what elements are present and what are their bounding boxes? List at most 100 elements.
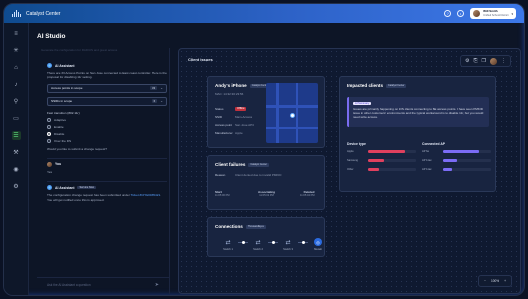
source-tag: Catalyst Center bbox=[248, 162, 269, 167]
avatar bbox=[473, 10, 481, 17]
avatar bbox=[47, 161, 52, 167]
divider bbox=[47, 157, 167, 159]
client-failures-card[interactable]: Client failures Catalyst Center Reason Cli… bbox=[207, 155, 325, 210]
location-pin-icon bbox=[290, 113, 295, 118]
chat-panel: Generate the configuration for RADIUS an… bbox=[37, 48, 170, 294]
source-tag: Catalyst Center bbox=[386, 83, 407, 88]
connected-ap-label: AP 6e bbox=[422, 150, 430, 153]
canvas-toolbar: ⚙ ⎘ ❐ ⋮ bbox=[460, 55, 511, 67]
connected-ap-bar bbox=[443, 150, 479, 153]
device-mac: MAC: 14:32:30:23:56 bbox=[215, 92, 244, 96]
chat-input-placeholder: Ask the AI Assistant a question bbox=[47, 282, 91, 287]
client-issues-canvas: Client issues ⚙ ⎘ ❐ ⋮ Andy's iPhone Catal… bbox=[178, 48, 521, 294]
connected-ap-bar bbox=[443, 159, 458, 162]
switch-icon: ⇄ bbox=[225, 239, 231, 246]
connection-path: ⇄ Switch 1 ⇄ Switch 2 ⇄ Switch 3 ◎ Meraki bbox=[218, 238, 328, 251]
radio-adaptive[interactable]: Adaptive bbox=[47, 117, 167, 122]
radio-icon bbox=[47, 138, 51, 143]
fast-transition-label: Fast transition (802.11r) bbox=[47, 110, 80, 115]
avatar[interactable] bbox=[490, 57, 497, 65]
connected-ap-bar-row: AP 11ax bbox=[422, 159, 491, 162]
device-type-bar-row: Other bbox=[347, 168, 416, 171]
activity-icon[interactable]: ◉ bbox=[12, 165, 21, 174]
switch-node[interactable]: ⇄ Switch 1 bbox=[218, 238, 238, 252]
connected-ap-bar-row: AP 6e bbox=[422, 150, 491, 153]
app-name: Catalyst Center bbox=[26, 10, 61, 17]
bell-icon[interactable]: ♪ bbox=[12, 80, 21, 89]
canvas-title: Client issues bbox=[188, 57, 213, 62]
floor-map[interactable] bbox=[266, 83, 318, 143]
connected-ap-bar-row: AP 11ac bbox=[422, 168, 491, 171]
zoom-in-button[interactable]: + bbox=[504, 279, 506, 283]
share-icon[interactable]: ⎘ bbox=[474, 58, 478, 64]
tools-icon[interactable]: ⚒ bbox=[12, 148, 21, 157]
meraki-icon: ◎ bbox=[314, 238, 322, 246]
failure-reason: Client denied due to invalid PMKID bbox=[235, 173, 282, 177]
switch-node[interactable]: ⇄ Switch 2 bbox=[248, 238, 268, 252]
device-card[interactable]: Andy's iPhone Catalyst Center MAC: 14:32:… bbox=[207, 76, 325, 148]
user-menu[interactable]: Will Smith Unified School District ▾ bbox=[470, 8, 516, 19]
sidebar: ≡ ✳ ⌂ ♪ ⚲ ▭ ☰ ⚒ ◉ ⚙ bbox=[4, 23, 29, 295]
radio-over-the-ds[interactable]: Over the DS bbox=[47, 138, 167, 143]
access-points-dropdown[interactable]: Access points in scope 33 ⌄ bbox=[47, 83, 167, 93]
radio-disable[interactable]: Disable bbox=[47, 131, 167, 136]
connected-ap-label: AP 11ax bbox=[422, 159, 432, 162]
associating-metric: Associating 11:05:02 PM bbox=[258, 190, 276, 197]
link-line bbox=[268, 241, 278, 244]
deleted-metric: Deleted 11:05:04 PM bbox=[300, 190, 315, 197]
device-type-bar bbox=[368, 150, 406, 153]
ticket-link[interactable]: Ticket #CHG0035421 bbox=[131, 193, 161, 197]
switch-icon: ⇄ bbox=[255, 239, 261, 246]
chat-previous-message: Generate the configuration for RADIUS an… bbox=[41, 48, 118, 52]
radio-enable[interactable]: Enable bbox=[47, 124, 167, 129]
zoom-out-button[interactable]: − bbox=[484, 279, 486, 283]
connected-ap-title: Connected AP bbox=[422, 142, 446, 146]
ai-message: AI Assistant Service Now The configurati… bbox=[47, 185, 167, 202]
send-icon[interactable]: ➤ bbox=[155, 282, 159, 288]
settings-icon[interactable]: ⚙ bbox=[12, 182, 21, 191]
status-badge: Offline bbox=[235, 107, 247, 111]
ssids-dropdown[interactable]: SSIDs in scope 6 ⌄ bbox=[47, 96, 167, 106]
radio-icon bbox=[47, 124, 51, 129]
bookmark-icon[interactable]: ❐ bbox=[482, 58, 486, 64]
ai-assistant-icon bbox=[47, 185, 52, 191]
top-bar: Catalyst Center ? • Will Smith Unified S… bbox=[4, 4, 524, 23]
network-icon[interactable]: ⚲ bbox=[12, 97, 21, 106]
device-type-bar-row: Samsung bbox=[347, 159, 416, 162]
service-badge: Service Now bbox=[77, 186, 97, 190]
ai-sparkle-icon[interactable]: ✳ bbox=[12, 46, 21, 55]
count-badge: 6 bbox=[151, 99, 158, 104]
help-icon[interactable]: ? bbox=[444, 10, 452, 17]
ai-summary: AI Summary Issues are primarily happenin… bbox=[347, 97, 489, 127]
chevron-down-icon: ⌄ bbox=[160, 86, 163, 91]
ai-studio-icon[interactable]: ☰ bbox=[11, 131, 21, 140]
more-icon[interactable]: ⋮ bbox=[501, 58, 506, 64]
source-tag: ThousandEyes bbox=[245, 224, 266, 229]
connections-card[interactable]: Connections ThousandEyes ⇄ Switch 1 ⇄ Switc… bbox=[207, 217, 325, 257]
sender-name: AI Assistant bbox=[55, 63, 75, 68]
switch-node[interactable]: ⇄ Switch 3 bbox=[278, 238, 298, 252]
meraki-node[interactable]: ◎ Meraki bbox=[308, 238, 328, 251]
zoom-level: 100% bbox=[490, 279, 500, 283]
chevron-down-icon: ⌄ bbox=[160, 99, 163, 104]
notifications-icon[interactable]: • bbox=[457, 10, 465, 17]
link-line bbox=[238, 241, 248, 244]
count-badge: 33 bbox=[150, 86, 158, 91]
impacted-clients-card[interactable]: Impacted clients Catalyst Center AI Summa… bbox=[339, 76, 496, 192]
zoom-control: − 100% + bbox=[478, 275, 512, 287]
home-icon[interactable]: ⌂ bbox=[12, 63, 21, 72]
chevron-down-icon: ▾ bbox=[511, 11, 513, 16]
summary-text: Issues are primarily happening on iOS cl… bbox=[353, 107, 484, 119]
card-title: Connections bbox=[215, 224, 243, 229]
device-type-label: Apple bbox=[347, 150, 354, 153]
chat-input[interactable]: Ask the AI Assistant a question ➤ bbox=[37, 277, 169, 291]
device-type-title: Device type bbox=[347, 142, 366, 146]
radio-icon bbox=[47, 117, 51, 122]
device-type-bar bbox=[368, 159, 385, 162]
user-message: You Yes bbox=[47, 161, 167, 174]
device-name: Andy's iPhone bbox=[215, 83, 247, 88]
menu-icon[interactable]: ≡ bbox=[12, 29, 21, 38]
settings-icon[interactable]: ⚙ bbox=[465, 58, 469, 64]
monitor-icon[interactable]: ▭ bbox=[12, 114, 21, 123]
start-metric: Start 11:05:00 PM bbox=[215, 190, 230, 197]
